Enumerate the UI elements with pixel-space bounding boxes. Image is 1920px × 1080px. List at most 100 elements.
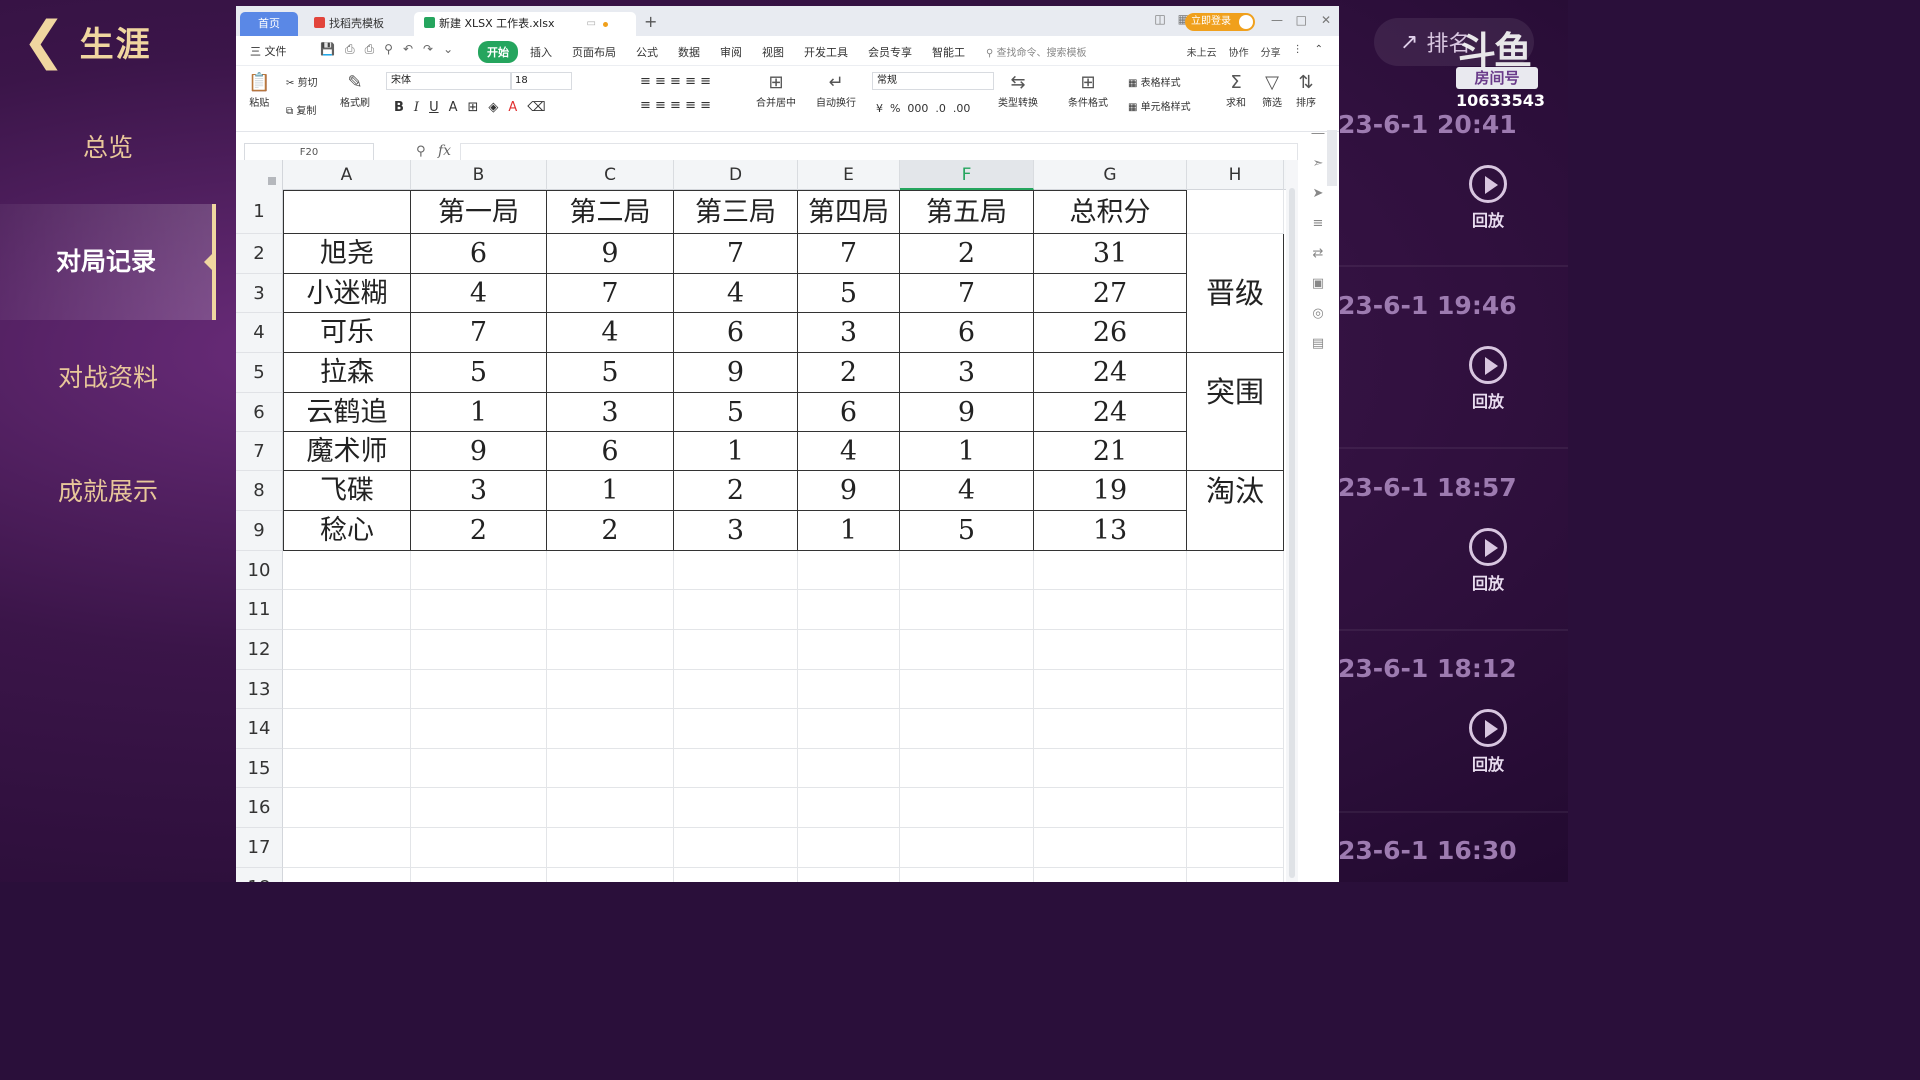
table-cell[interactable]: 1 xyxy=(900,432,1034,471)
table-cell[interactable] xyxy=(411,788,547,828)
table-cell[interactable] xyxy=(900,630,1034,670)
wrap-text-button[interactable]: ↵ 自动换行 xyxy=(816,72,856,109)
table-cell[interactable] xyxy=(547,868,674,882)
row-header-16[interactable]: 16 xyxy=(236,788,283,828)
preview-icon[interactable]: ⚲ xyxy=(384,42,393,57)
table-cell[interactable] xyxy=(411,551,547,590)
column-header-a[interactable]: A xyxy=(283,160,411,190)
table-cell[interactable] xyxy=(798,551,900,590)
table-cell[interactable] xyxy=(900,828,1034,868)
table-cell[interactable]: 6 xyxy=(547,432,674,471)
table-cell[interactable]: 第一局 xyxy=(411,190,547,234)
table-cell[interactable]: 飞碟 xyxy=(283,471,411,511)
table-cell[interactable]: 3 xyxy=(798,313,900,353)
table-cell[interactable]: 第二局 xyxy=(547,190,674,234)
table-cell[interactable]: 4 xyxy=(547,313,674,353)
table-cell[interactable] xyxy=(283,630,411,670)
table-cell[interactable] xyxy=(547,749,674,788)
table-cell[interactable]: 1 xyxy=(798,511,900,551)
table-cell[interactable] xyxy=(674,551,798,590)
table-cell[interactable] xyxy=(1187,709,1284,749)
row-header-18[interactable]: 18 xyxy=(236,868,283,882)
table-cell[interactable]: 9 xyxy=(674,353,798,393)
table-cell[interactable]: 可乐 xyxy=(283,313,411,353)
tab-view[interactable]: 视图 xyxy=(752,41,794,63)
format-painter-button[interactable]: ✎ 格式刷 xyxy=(340,72,370,109)
row-header-13[interactable]: 13 xyxy=(236,670,283,709)
table-cell[interactable] xyxy=(411,749,547,788)
tab-formulas[interactable]: 公式 xyxy=(626,41,668,63)
row-header-9[interactable]: 9 xyxy=(236,511,283,551)
tab-home[interactable]: 首页 xyxy=(240,12,298,36)
strikethrough-icon[interactable]: A xyxy=(449,100,458,115)
underline-icon[interactable]: U xyxy=(429,100,439,115)
column-header-b[interactable]: B xyxy=(411,160,547,190)
table-cell[interactable]: 31 xyxy=(1034,234,1187,274)
tab-page-layout[interactable]: 页面布局 xyxy=(562,41,626,63)
table-cell[interactable]: 19 xyxy=(1034,471,1187,511)
sum-button[interactable]: Σ 求和 xyxy=(1226,72,1246,109)
table-cell[interactable] xyxy=(1034,670,1187,709)
tab-template[interactable]: 找稻壳模板 xyxy=(304,12,410,36)
row-header-6[interactable]: 6 xyxy=(236,393,283,432)
layout-icon[interactable]: ◫ xyxy=(1154,12,1165,26)
row-header-11[interactable]: 11 xyxy=(236,590,283,630)
table-cell[interactable]: 3 xyxy=(674,511,798,551)
row-header-12[interactable]: 12 xyxy=(236,630,283,670)
table-cell[interactable] xyxy=(411,868,547,882)
tab-start[interactable]: 开始 xyxy=(478,41,518,63)
table-cell[interactable] xyxy=(900,590,1034,630)
table-cell[interactable] xyxy=(798,749,900,788)
font-color-icon[interactable]: A xyxy=(508,100,517,115)
tab-pin-icon[interactable]: ▭ xyxy=(587,12,596,36)
table-cell[interactable] xyxy=(674,788,798,828)
table-cell[interactable]: 13 xyxy=(1034,511,1187,551)
row-header-3[interactable]: 3 xyxy=(236,274,283,313)
table-cell[interactable] xyxy=(283,788,411,828)
more-options-icon[interactable]: ⋮ xyxy=(1293,44,1303,59)
table-cell[interactable] xyxy=(674,868,798,882)
replay-button[interactable]: 回放 xyxy=(1468,709,1508,775)
table-cell[interactable] xyxy=(283,670,411,709)
table-cell[interactable]: 第四局 xyxy=(798,190,900,234)
table-cell[interactable]: 7 xyxy=(547,274,674,313)
type-convert-button[interactable]: ⇆ 类型转换 xyxy=(998,72,1038,109)
scroll-thumb[interactable] xyxy=(1289,188,1295,878)
table-cell[interactable]: 6 xyxy=(674,313,798,353)
table-cell[interactable] xyxy=(411,590,547,630)
back-button[interactable]: ❮ 生涯 xyxy=(22,14,152,68)
row-header-5[interactable]: 5 xyxy=(236,353,283,393)
collaborate-button[interactable]: 协作 xyxy=(1229,44,1249,59)
table-cell[interactable] xyxy=(900,709,1034,749)
table-cell[interactable] xyxy=(547,828,674,868)
table-cell[interactable]: 24 xyxy=(1034,353,1187,393)
table-cell[interactable]: 7 xyxy=(798,234,900,274)
new-tab-button[interactable]: + xyxy=(644,12,657,31)
table-cell[interactable] xyxy=(1187,828,1284,868)
export-icon[interactable]: ⎙ xyxy=(345,42,355,57)
italic-icon[interactable]: I xyxy=(414,100,419,115)
table-cell[interactable] xyxy=(411,828,547,868)
fx-icon[interactable]: fx xyxy=(438,143,451,159)
file-menu[interactable]: 三 文件 xyxy=(250,43,287,59)
table-cell[interactable]: 3 xyxy=(411,471,547,511)
table-cell[interactable]: 7 xyxy=(900,274,1034,313)
login-button[interactable]: 立即登录 xyxy=(1185,13,1255,31)
table-cell[interactable] xyxy=(900,670,1034,709)
table-cell[interactable] xyxy=(1034,590,1187,630)
table-cell[interactable] xyxy=(798,709,900,749)
table-cell[interactable]: 云鹤追 xyxy=(283,393,411,432)
paste-button[interactable]: 📋 粘贴 xyxy=(248,72,270,109)
table-cell[interactable]: 2 xyxy=(798,353,900,393)
table-cell[interactable] xyxy=(674,630,798,670)
table-cell[interactable]: 6 xyxy=(411,234,547,274)
table-cell[interactable] xyxy=(900,749,1034,788)
table-cell[interactable]: 9 xyxy=(900,393,1034,432)
table-cell[interactable] xyxy=(1187,749,1284,788)
column-header-f[interactable]: F xyxy=(900,160,1034,190)
table-cell[interactable] xyxy=(1034,788,1187,828)
collapse-icon[interactable]: ― xyxy=(1298,126,1338,156)
table-cell[interactable]: 4 xyxy=(411,274,547,313)
table-cell[interactable] xyxy=(1187,630,1284,670)
more-icon[interactable]: ⌄ xyxy=(443,42,453,57)
